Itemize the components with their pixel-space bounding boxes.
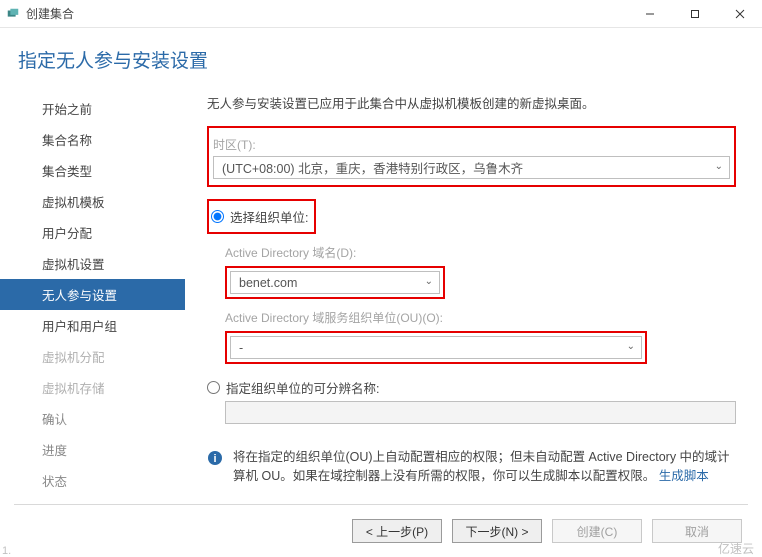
info-text: 将在指定的组织单位(OU)上自动配置相应的权限；但未自动配置 Active Di… bbox=[233, 448, 736, 486]
sidebar-item-user-assign[interactable]: 用户分配 bbox=[0, 217, 185, 248]
sidebar-item-collection-name[interactable]: 集合名称 bbox=[0, 124, 185, 155]
watermark: 亿速云 bbox=[718, 540, 754, 557]
dn-input bbox=[225, 401, 736, 424]
sidebar-item-before-begin[interactable]: 开始之前 bbox=[0, 93, 185, 124]
timezone-highlight: 时区(T): (UTC+08:00) 北京，重庆，香港特别行政区，乌鲁木齐 ⌄ bbox=[207, 126, 736, 187]
window-titlebar: 创建集合 bbox=[0, 0, 762, 28]
ad-domain-highlight: benet.com ⌄ bbox=[225, 266, 445, 299]
select-ou-radio-row[interactable]: 选择组织单位: bbox=[211, 207, 308, 226]
select-ou-radio[interactable] bbox=[211, 210, 224, 223]
specify-dn-radio[interactable] bbox=[207, 381, 220, 394]
ad-domain-value: benet.com bbox=[239, 276, 297, 290]
wizard-footer: < 上一步(P) 下一步(N) > 创建(C) 取消 bbox=[352, 519, 742, 543]
chevron-down-icon: ⌄ bbox=[627, 341, 635, 352]
info-icon: i bbox=[207, 450, 223, 466]
timezone-label: 时区(T): bbox=[213, 136, 730, 153]
wizard-header: 指定无人参与安装设置 bbox=[0, 28, 762, 83]
footer-divider bbox=[14, 504, 748, 505]
svg-text:i: i bbox=[213, 453, 216, 465]
ad-ou-label: Active Directory 域服务组织单位(OU)(O): bbox=[225, 309, 736, 326]
generate-script-link[interactable]: 生成脚本 bbox=[659, 469, 709, 483]
sidebar-item-vm-storage: 虚拟机存储 bbox=[0, 372, 185, 403]
chevron-down-icon: ⌄ bbox=[425, 276, 433, 287]
intro-text: 无人参与安装设置已应用于此集合中从虚拟机模板创建的新虚拟桌面。 bbox=[207, 93, 736, 112]
sidebar-item-confirm: 确认 bbox=[0, 403, 185, 434]
wizard-sidebar: 开始之前 集合名称 集合类型 虚拟机模板 用户分配 虚拟机设置 无人参与设置 用… bbox=[0, 83, 185, 513]
ad-domain-select[interactable]: benet.com ⌄ bbox=[230, 271, 440, 294]
dn-input-wrap bbox=[225, 401, 736, 424]
timezone-value: (UTC+08:00) 北京，重庆，香港特别行政区，乌鲁木齐 bbox=[222, 158, 523, 177]
sidebar-item-unattended[interactable]: 无人参与设置 bbox=[0, 279, 185, 310]
minimize-button[interactable] bbox=[627, 0, 672, 27]
specify-dn-label: 指定组织单位的可分辨名称: bbox=[226, 378, 379, 397]
sidebar-item-progress: 进度 bbox=[0, 434, 185, 465]
previous-button[interactable]: < 上一步(P) bbox=[352, 519, 442, 543]
ad-domain-label: Active Directory 域名(D): bbox=[225, 244, 736, 261]
ad-ou-highlight: - ⌄ bbox=[225, 331, 647, 364]
page-number: 1. bbox=[2, 545, 11, 557]
next-button[interactable]: 下一步(N) > bbox=[452, 519, 542, 543]
sidebar-item-collection-type[interactable]: 集合类型 bbox=[0, 155, 185, 186]
ad-ou-value: - bbox=[239, 341, 243, 355]
timezone-select[interactable]: (UTC+08:00) 北京，重庆，香港特别行政区，乌鲁木齐 ⌄ bbox=[213, 156, 730, 179]
maximize-button[interactable] bbox=[672, 0, 717, 27]
page-title: 指定无人参与安装设置 bbox=[18, 46, 744, 73]
info-row: i 将在指定的组织单位(OU)上自动配置相应的权限；但未自动配置 Active … bbox=[207, 448, 736, 486]
window-controls bbox=[627, 0, 762, 27]
sidebar-item-vm-template[interactable]: 虚拟机模板 bbox=[0, 186, 185, 217]
window-title: 创建集合 bbox=[26, 5, 627, 22]
sidebar-item-vm-settings[interactable]: 虚拟机设置 bbox=[0, 248, 185, 279]
chevron-down-icon: ⌄ bbox=[715, 161, 723, 172]
sidebar-item-status: 状态 bbox=[0, 465, 185, 496]
ad-ou-select[interactable]: - ⌄ bbox=[230, 336, 642, 359]
select-ou-label: 选择组织单位: bbox=[230, 207, 308, 226]
close-button[interactable] bbox=[717, 0, 762, 27]
info-text-body: 将在指定的组织单位(OU)上自动配置相应的权限；但未自动配置 Active Di… bbox=[233, 450, 730, 483]
wizard-body: 开始之前 集合名称 集合类型 虚拟机模板 用户分配 虚拟机设置 无人参与设置 用… bbox=[0, 83, 762, 513]
select-ou-highlight: 选择组织单位: bbox=[207, 199, 316, 234]
sidebar-item-vm-alloc: 虚拟机分配 bbox=[0, 341, 185, 372]
app-icon bbox=[6, 7, 20, 21]
sidebar-item-users-groups[interactable]: 用户和用户组 bbox=[0, 310, 185, 341]
specify-dn-radio-row[interactable]: 指定组织单位的可分辨名称: bbox=[207, 378, 736, 397]
create-button: 创建(C) bbox=[552, 519, 642, 543]
wizard-content: 无人参与安装设置已应用于此集合中从虚拟机模板创建的新虚拟桌面。 时区(T): (… bbox=[185, 83, 762, 513]
